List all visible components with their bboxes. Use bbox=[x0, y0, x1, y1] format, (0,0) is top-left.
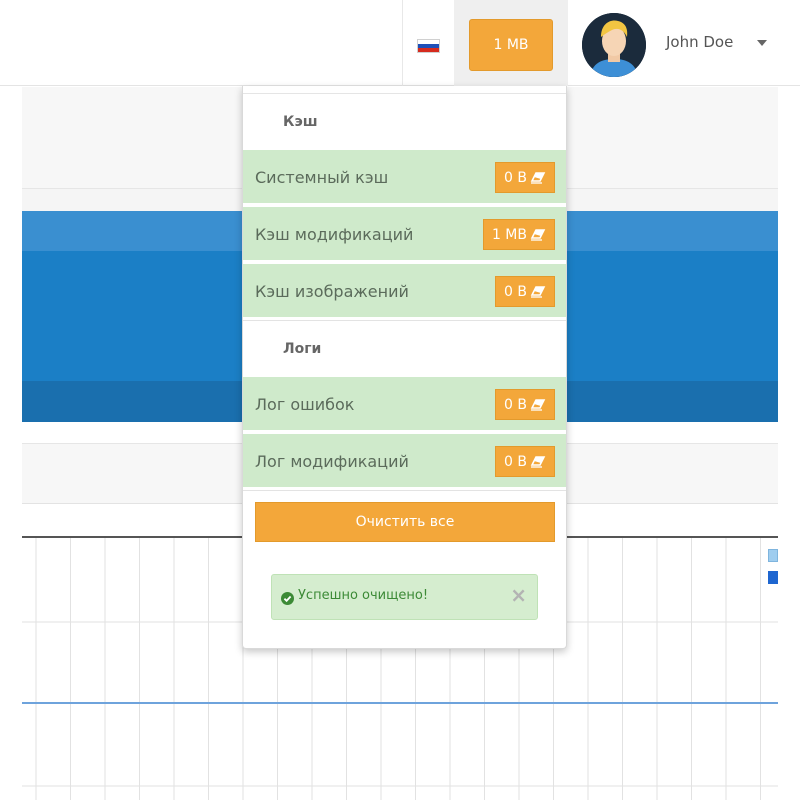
eraser-icon bbox=[530, 285, 546, 298]
cache-section-title: Кэш bbox=[283, 114, 318, 130]
logs-section-title: Логи bbox=[283, 341, 322, 357]
log-item-errors: Лог ошибок 0 B bbox=[243, 377, 566, 432]
cache-dropdown: Кэш Системный кэш 0 B Кэш модификаций 1 … bbox=[242, 86, 567, 649]
chevron-down-icon[interactable] bbox=[757, 40, 767, 46]
avatar[interactable] bbox=[582, 13, 646, 77]
user-name[interactable]: John Doe bbox=[666, 33, 733, 51]
eraser-icon bbox=[530, 228, 546, 241]
success-alert: Успешно очищено! × bbox=[271, 574, 538, 620]
eraser-icon bbox=[530, 171, 546, 184]
clear-modification-log-button[interactable]: 0 B bbox=[495, 446, 555, 477]
top-navbar: 1 MB John Doe bbox=[0, 0, 800, 86]
avatar-icon bbox=[582, 13, 646, 77]
log-item-label: Лог модификаций bbox=[255, 452, 409, 471]
log-item-label: Лог ошибок bbox=[255, 395, 355, 414]
dropdown-top-divider bbox=[243, 93, 566, 94]
clear-image-cache-button[interactable]: 0 B bbox=[495, 276, 555, 307]
log-size: 0 B bbox=[504, 453, 527, 470]
success-message: Успешно очищено! bbox=[298, 588, 429, 603]
cache-item-system: Системный кэш 0 B bbox=[243, 150, 566, 205]
clear-all-button[interactable]: Очистить все bbox=[255, 502, 555, 542]
check-circle-icon bbox=[281, 590, 294, 605]
cache-size: 1 MB bbox=[491, 226, 527, 243]
section-divider bbox=[243, 320, 566, 321]
legend-swatch bbox=[768, 571, 778, 584]
russian-flag-icon[interactable] bbox=[417, 39, 440, 53]
section-divider bbox=[243, 490, 566, 491]
cache-size-button[interactable]: 1 MB bbox=[469, 19, 553, 71]
eraser-icon bbox=[530, 455, 546, 468]
legend-swatch bbox=[768, 549, 778, 562]
cache-size: 0 B bbox=[504, 169, 527, 186]
log-item-modifications: Лог модификаций 0 B bbox=[243, 434, 566, 489]
cache-item-label: Кэш изображений bbox=[255, 282, 409, 301]
cache-item-label: Системный кэш bbox=[255, 168, 389, 187]
cache-item-images: Кэш изображений 0 B bbox=[243, 264, 566, 319]
navbar-divider bbox=[402, 0, 403, 86]
clear-system-cache-button[interactable]: 0 B bbox=[495, 162, 555, 193]
close-icon[interactable]: × bbox=[510, 585, 527, 605]
app-window: 1 MB John Doe Кэш Системный кэш 0 B Кэш … bbox=[0, 0, 800, 800]
eraser-icon bbox=[530, 398, 546, 411]
cache-item-label: Кэш модификаций bbox=[255, 225, 414, 244]
clear-error-log-button[interactable]: 0 B bbox=[495, 389, 555, 420]
clear-modification-cache-button[interactable]: 1 MB bbox=[482, 219, 555, 250]
cache-size: 0 B bbox=[504, 283, 527, 300]
cache-item-modifications: Кэш модификаций 1 MB bbox=[243, 207, 566, 262]
log-size: 0 B bbox=[504, 396, 527, 413]
